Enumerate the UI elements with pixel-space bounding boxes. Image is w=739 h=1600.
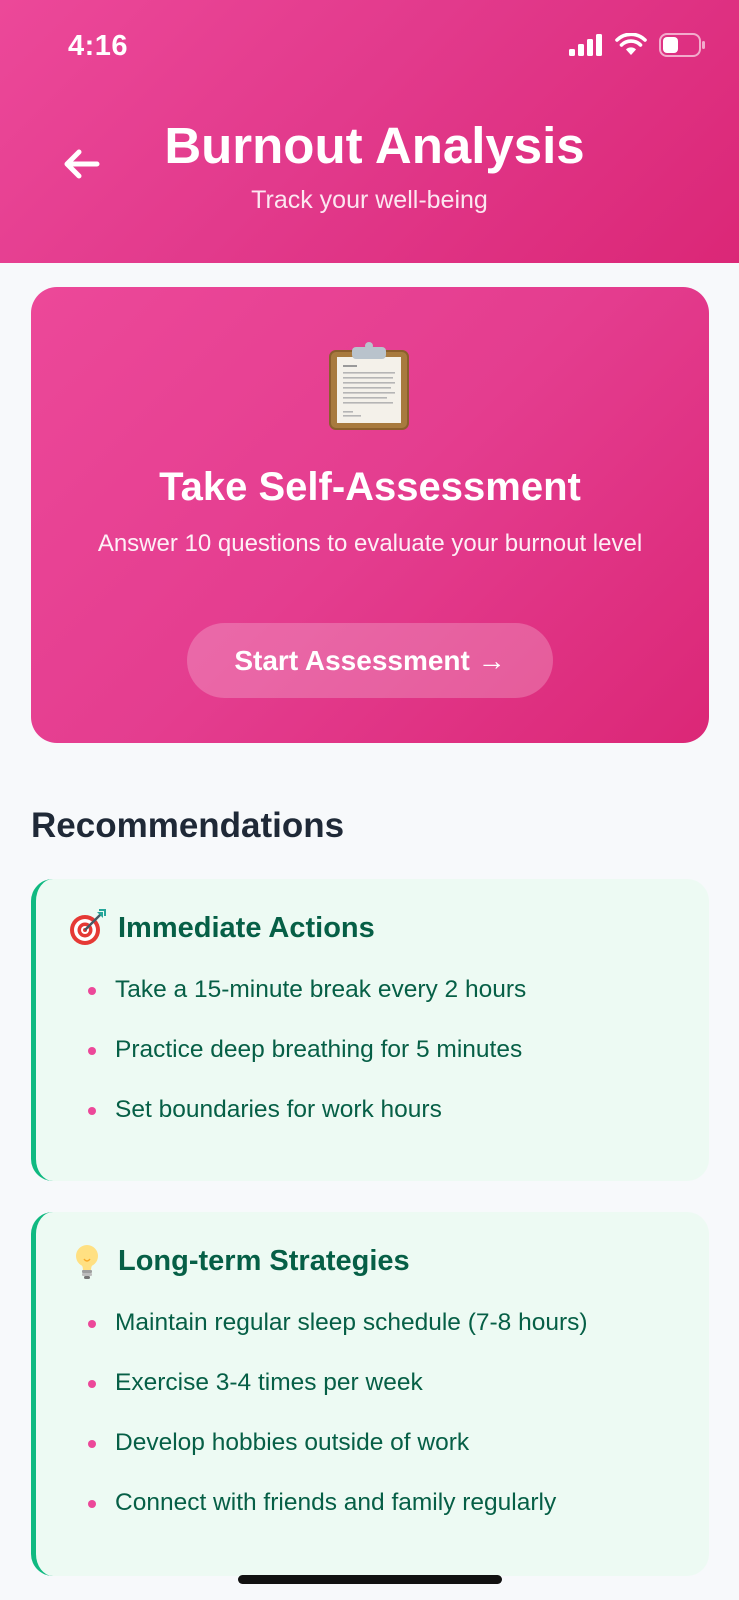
card-title: Immediate Actions <box>118 911 375 944</box>
list-item: Develop hobbies outside of work <box>88 1428 588 1488</box>
list-item: Maintain regular sleep schedule (7-8 hou… <box>88 1308 588 1368</box>
immediate-actions-list: Take a 15-minute break every 2 hours Pra… <box>88 975 526 1155</box>
header: 4:16 Burnout Analysis Track your well-be… <box>0 0 739 263</box>
start-assessment-button[interactable]: Start Assessment → <box>187 623 553 698</box>
recommendations-heading: Recommendations <box>31 806 345 845</box>
list-item-text: Develop hobbies outside of work <box>115 1429 470 1456</box>
list-item: Set boundaries for work hours <box>88 1095 526 1155</box>
assessment-description: Answer 10 questions to evaluate your bur… <box>97 530 643 557</box>
status-time: 4:16 <box>68 30 129 62</box>
list-item-text: Practice deep breathing for 5 minutes <box>115 1036 523 1063</box>
list-item-text: Take a 15-minute break every 2 hours <box>115 976 527 1003</box>
cellular-signal-icon <box>569 34 602 56</box>
list-item: Connect with friends and family regularl… <box>88 1488 588 1548</box>
self-assessment-card: Take Self-Assessment Answer 10 questions… <box>31 287 709 743</box>
immediate-actions-card: Immediate Actions Take a 15-minute break… <box>31 879 709 1181</box>
list-item-text: Exercise 3-4 times per week <box>115 1369 423 1396</box>
status-icons <box>569 33 705 57</box>
list-item-text: Maintain regular sleep schedule (7-8 hou… <box>115 1309 588 1336</box>
long-term-strategies-card: Long-term Strategies Maintain regular sl… <box>31 1212 709 1576</box>
light-bulb-icon <box>68 1242 106 1280</box>
home-indicator[interactable] <box>238 1575 502 1584</box>
bullet-dot <box>88 1320 96 1328</box>
list-item-text: Set boundaries for work hours <box>115 1096 442 1123</box>
list-item-text: Connect with friends and family regularl… <box>115 1489 557 1516</box>
list-item: Exercise 3-4 times per week <box>88 1368 588 1428</box>
page-subtitle: Track your well-being <box>251 186 488 214</box>
wifi-icon <box>615 33 647 55</box>
page-title: Burnout Analysis <box>164 117 585 174</box>
bullet-dot <box>88 1107 96 1115</box>
bullet-dot <box>88 1047 96 1055</box>
long-term-strategies-list: Maintain regular sleep schedule (7-8 hou… <box>88 1308 588 1548</box>
bullet-dot <box>88 1380 96 1388</box>
list-item: Practice deep breathing for 5 minutes <box>88 1035 526 1095</box>
target-icon <box>68 909 106 947</box>
clipboard-icon <box>329 342 409 430</box>
status-bar: 4:16 <box>0 0 739 95</box>
list-item: Take a 15-minute break every 2 hours <box>88 975 526 1035</box>
card-header: Long-term Strategies <box>68 1242 410 1280</box>
bullet-dot <box>88 987 96 995</box>
bullet-dot <box>88 1500 96 1508</box>
assessment-title: Take Self-Assessment <box>159 465 581 509</box>
card-title: Long-term Strategies <box>118 1244 410 1277</box>
bullet-dot <box>88 1440 96 1448</box>
card-header: Immediate Actions <box>68 909 375 947</box>
battery-icon <box>659 33 705 57</box>
